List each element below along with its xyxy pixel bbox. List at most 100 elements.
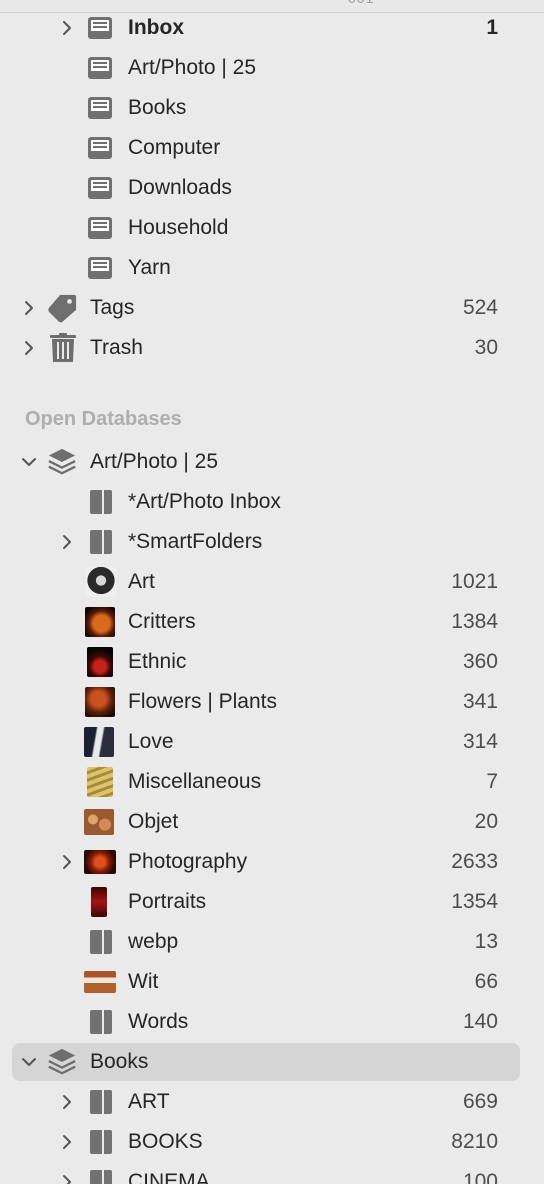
db-item-wit[interactable]: Wit 66 [0, 962, 544, 1002]
db-item-count: 1354 [451, 890, 498, 913]
db-item-art-photo-inbox[interactable]: *Art/Photo Inbox [0, 482, 544, 522]
chevron-right-icon[interactable] [20, 299, 38, 317]
inbox-tray-icon [85, 53, 115, 83]
inbox-tray-icon [85, 253, 115, 283]
group-item-label: Downloads [128, 176, 232, 199]
thumbnail-wit-icon [84, 971, 116, 993]
db-item-count: 341 [462, 690, 498, 713]
db-item-objet[interactable]: Objet 20 [0, 802, 544, 842]
db-item-smartfolders[interactable]: *SmartFolders [0, 522, 544, 562]
db-item-label: webp [128, 930, 179, 953]
sidebar-item-count: 30 [474, 336, 498, 359]
sidebar-item-label: Trash [90, 336, 143, 359]
thumbnail-love-icon [84, 727, 114, 757]
thumbnail-critters-icon [85, 607, 115, 637]
db-item-count: 140 [462, 1010, 498, 1033]
inbox-tray-icon [85, 173, 115, 203]
tag-icon [47, 293, 77, 323]
db-item-label: Portraits [128, 890, 207, 913]
db-item-count: 13 [474, 930, 498, 953]
db-item-label: CINEMA [128, 1170, 210, 1184]
group-book-icon [86, 927, 116, 957]
group-item-count: 1 [486, 16, 498, 39]
db-item-count: 20 [474, 810, 498, 833]
group-item-label: Yarn [128, 256, 171, 279]
db-item-label: Wit [128, 970, 159, 993]
db-item-flowers-plants[interactable]: Flowers | Plants 341 [0, 682, 544, 722]
db-item-label: Photography [128, 850, 248, 873]
db-item-count: 2633 [451, 850, 498, 873]
db-item-words[interactable]: Words 140 [0, 1002, 544, 1042]
sidebar-item-tags[interactable]: Tags 524 [0, 288, 544, 328]
chevron-down-icon[interactable] [20, 453, 38, 471]
group-book-icon [86, 1167, 116, 1184]
group-item-computer[interactable]: Computer [0, 128, 544, 168]
chevron-right-icon[interactable] [58, 1133, 76, 1151]
chevron-right-icon[interactable] [58, 1173, 76, 1184]
group-item-label: Household [128, 216, 229, 239]
group-item-label: Computer [128, 136, 221, 159]
inbox-tray-icon [85, 133, 115, 163]
db-item-count: 360 [462, 650, 498, 673]
db-item-love[interactable]: Love 314 [0, 722, 544, 762]
db-item-portraits[interactable]: Portraits 1354 [0, 882, 544, 922]
sidebar-item-trash[interactable]: Trash 30 [0, 328, 544, 368]
db-item-label: ART [128, 1090, 170, 1113]
db-item-label: *Art/Photo Inbox [128, 490, 281, 513]
db-item-critters[interactable]: Critters 1384 [0, 602, 544, 642]
db-item-label: BOOKS [128, 1130, 203, 1153]
thumbnail-objet-icon [84, 809, 114, 835]
thumbnail-flowers-icon [85, 687, 115, 717]
group-book-icon [86, 527, 116, 557]
chevron-right-icon[interactable] [58, 1093, 76, 1111]
thumbnail-art-icon [86, 567, 116, 597]
thumbnail-ethnic-icon [87, 647, 113, 677]
thumbnail-portraits-icon [91, 887, 107, 917]
group-book-icon [86, 1087, 116, 1117]
db-item-label: Art [128, 570, 155, 593]
db-item-label: Love [128, 730, 174, 753]
db-item-count: 100 [462, 1170, 498, 1184]
db-item-label: Words [128, 1010, 189, 1033]
database-art-photo[interactable]: Art/Photo | 25 [0, 442, 544, 482]
database-label: Books [90, 1050, 149, 1073]
group-item-label: Art/Photo | 25 [128, 56, 257, 79]
chevron-right-icon[interactable] [58, 533, 76, 551]
database-stack-icon [47, 447, 77, 477]
chevron-right-icon[interactable] [20, 339, 38, 357]
group-item-household[interactable]: Household [0, 208, 544, 248]
db-item-label: Flowers | Plants [128, 690, 277, 713]
db-item-webp[interactable]: webp 13 [0, 922, 544, 962]
db-item-art-folder[interactable]: ART 669 [0, 1082, 544, 1122]
database-stack-icon [47, 1047, 77, 1077]
db-item-label: Miscellaneous [128, 770, 262, 793]
group-item-label: Books [128, 96, 187, 119]
inbox-tray-icon [85, 93, 115, 123]
db-item-art[interactable]: Art 1021 [0, 562, 544, 602]
db-item-cinema-folder[interactable]: CINEMA 100 [0, 1162, 544, 1184]
group-book-icon [86, 1007, 116, 1037]
db-item-books-folder[interactable]: BOOKS 8210 [0, 1122, 544, 1162]
db-item-label: Objet [128, 810, 179, 833]
db-item-label: *SmartFolders [128, 530, 263, 553]
thumbnail-miscellaneous-icon [87, 767, 113, 797]
db-item-miscellaneous[interactable]: Miscellaneous 7 [0, 762, 544, 802]
database-label: Art/Photo | 25 [90, 450, 219, 473]
db-item-count: 1021 [451, 570, 498, 593]
thumbnail-photography-icon [84, 850, 116, 874]
database-books[interactable]: Books [0, 1042, 544, 1082]
group-item-art-photo[interactable]: Art/Photo | 25 [0, 48, 544, 88]
chevron-right-icon[interactable] [58, 853, 76, 871]
db-item-ethnic[interactable]: Ethnic 360 [0, 642, 544, 682]
sidebar-item-label: Tags [90, 296, 135, 319]
chevron-right-icon[interactable] [58, 19, 76, 37]
group-item-label: Inbox [128, 16, 184, 39]
db-item-count: 1384 [451, 610, 498, 633]
group-item-books[interactable]: Books [0, 88, 544, 128]
db-item-photography[interactable]: Photography 2633 [0, 842, 544, 882]
group-item-inbox[interactable]: Inbox 1 [0, 8, 544, 48]
db-item-count: 669 [462, 1090, 498, 1113]
group-item-downloads[interactable]: Downloads [0, 168, 544, 208]
group-item-yarn[interactable]: Yarn [0, 248, 544, 288]
chevron-down-icon[interactable] [20, 1053, 38, 1071]
